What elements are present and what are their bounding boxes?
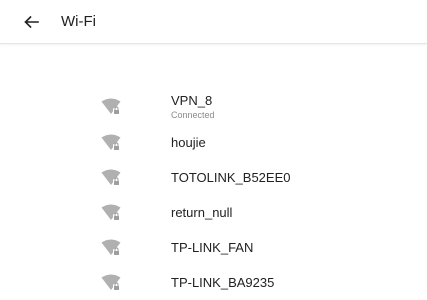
network-ssid: return_null xyxy=(171,205,233,220)
network-ssid: TOTOLINK_B52EE0 xyxy=(171,170,291,185)
network-row-vpn-8[interactable]: VPN_8 Connected xyxy=(0,88,427,122)
network-row-tp-link-fan[interactable]: TP-LINK_FAN xyxy=(0,231,427,265)
network-ssid: VPN_8 xyxy=(171,93,213,108)
app-bar: Wi-Fi xyxy=(0,0,427,44)
wifi-locked-icon xyxy=(101,134,121,152)
wifi-locked-icon xyxy=(101,169,121,187)
network-status: Connected xyxy=(171,110,215,120)
network-row-houjie[interactable]: houjie xyxy=(0,126,427,160)
wifi-locked-icon xyxy=(101,274,121,292)
wifi-locked-icon xyxy=(101,98,121,116)
network-row-totolink-b52ee0[interactable]: TOTOLINK_B52EE0 xyxy=(0,161,427,195)
page-title: Wi-Fi xyxy=(61,13,96,30)
arrow-left-icon xyxy=(24,15,39,29)
network-ssid: TP-LINK_BA9235 xyxy=(171,275,275,290)
network-row-return-null[interactable]: return_null xyxy=(0,196,427,230)
wifi-locked-icon xyxy=(101,239,121,257)
back-button[interactable] xyxy=(18,9,44,35)
network-ssid: TP-LINK_FAN xyxy=(171,240,254,255)
network-ssid: houjie xyxy=(171,135,206,150)
network-row-tp-link-ba9235[interactable]: TP-LINK_BA9235 xyxy=(0,266,427,300)
wifi-locked-icon xyxy=(101,204,121,222)
